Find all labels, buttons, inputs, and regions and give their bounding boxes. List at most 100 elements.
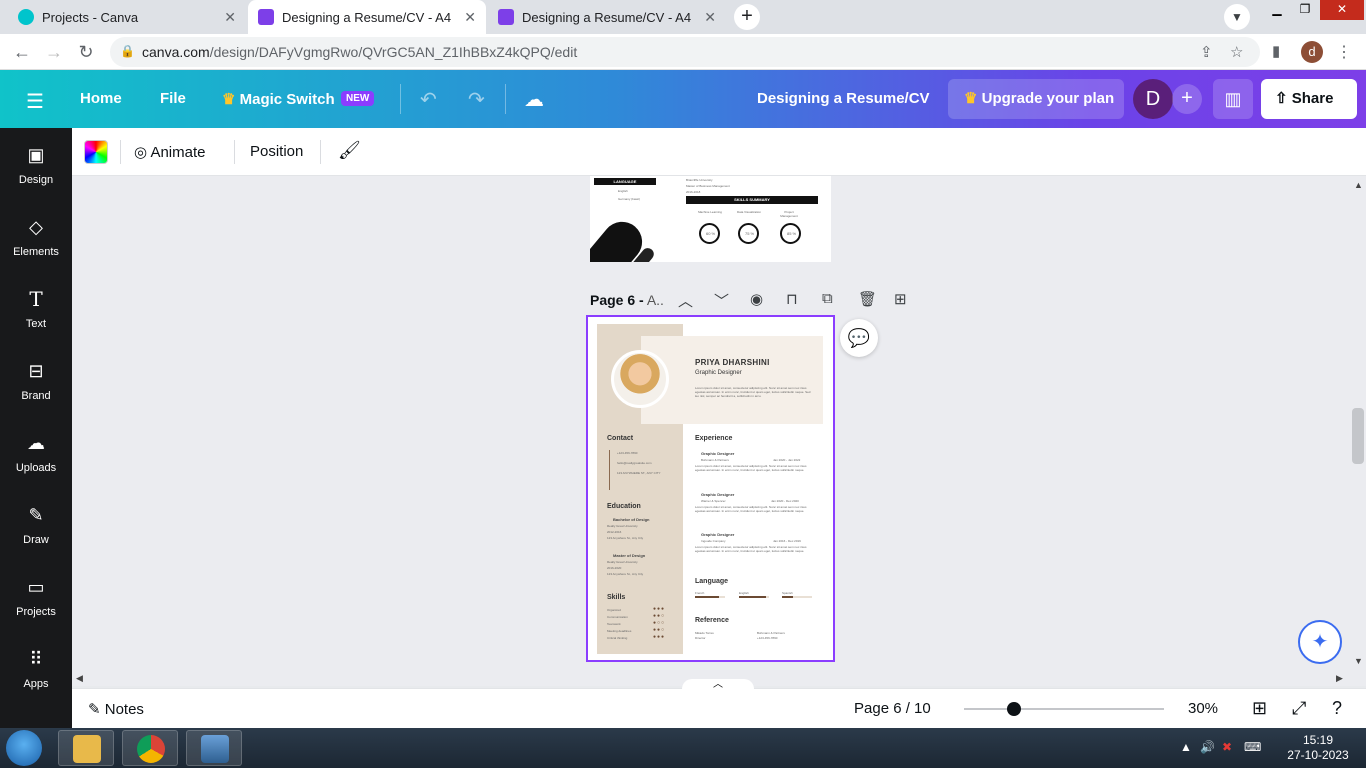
fullscreen-icon[interactable]: ⤢ — [1292, 698, 1306, 719]
user-avatar[interactable]: D — [1133, 79, 1173, 119]
sidebar-item-brand[interactable]: ⊟ Brand — [0, 344, 72, 414]
sidebar-item-projects[interactable]: ▭ Projects — [0, 560, 72, 630]
edu-title[interactable]: Master of Design — [613, 553, 645, 558]
maximize-icon[interactable]: ❐ — [1290, 0, 1320, 20]
volume-icon[interactable]: 🔊 — [1200, 740, 1215, 754]
network-error-icon[interactable]: ✖ — [1222, 740, 1232, 754]
insights-chart-icon[interactable]: ▥ — [1213, 79, 1253, 119]
add-comment-icon[interactable]: 💬 — [840, 319, 878, 357]
share-button[interactable]: ⇧ Share — [1261, 79, 1357, 119]
zoom-slider-handle[interactable] — [1007, 702, 1021, 716]
tab-resume-2[interactable]: Designing a Resume/CV - A4 ✕ — [488, 0, 726, 34]
sidebar-item-text[interactable]: T Text — [0, 272, 72, 342]
lock-page-icon[interactable]: ⊓ — [786, 290, 798, 308]
contact-heading[interactable]: Contact — [607, 435, 633, 442]
zoom-level[interactable]: 30% — [1188, 700, 1218, 717]
cloud-saved-icon[interactable]: ☁ — [524, 87, 544, 112]
invite-plus-button[interactable]: + — [1172, 84, 1202, 114]
resume-intro[interactable]: Lorem ipsum dolor sit amet, consectetur … — [695, 386, 813, 398]
windows-start-icon[interactable] — [6, 730, 42, 766]
animate-button[interactable]: ◎ Animate — [134, 143, 205, 161]
sidebar-item-apps[interactable]: ⠿ Apps — [0, 632, 72, 702]
system-clock[interactable]: 15:19 27-10-2023 — [1278, 733, 1358, 763]
add-page-icon[interactable]: ⊞ — [894, 290, 907, 308]
scroll-up-arrow-icon[interactable]: ▲ — [1354, 180, 1363, 190]
sidebar-item-uploads[interactable]: ☁ Uploads — [0, 416, 72, 486]
expand-pages-chevron-icon[interactable]: ︿ — [682, 679, 754, 691]
back-arrow-icon[interactable]: ← — [10, 40, 34, 64]
job-title[interactable]: Graphic Designer — [701, 532, 734, 537]
share-page-icon[interactable]: ⇪ — [1200, 43, 1213, 61]
sidebar-item-draw[interactable]: ✎ Draw — [0, 488, 72, 558]
contact-phone[interactable]: +123-456-7890 — [617, 451, 637, 455]
sidebar-item-elements[interactable]: ◇ Elements — [0, 200, 72, 270]
taskbar-photos[interactable] — [186, 730, 242, 766]
page-6-selected[interactable]: PRIYA DHARSHINI Graphic Designer Lorem i… — [586, 315, 835, 662]
magic-switch-button[interactable]: ♛ Magic Switch — [222, 90, 335, 108]
close-tab-icon[interactable]: ✕ — [224, 9, 236, 26]
education-heading[interactable]: Education — [607, 503, 641, 510]
taskbar-file-explorer[interactable] — [58, 730, 114, 766]
chevron-up-icon[interactable]: ︿ — [678, 290, 693, 311]
job-title[interactable]: Graphic Designer — [701, 451, 734, 456]
chevron-down-icon[interactable]: ﹀ — [714, 290, 729, 311]
upgrade-plan-button[interactable]: ♛ Upgrade your plan — [948, 79, 1124, 119]
skill-dots: ●○○ — [653, 620, 666, 626]
close-tab-icon[interactable]: ✕ — [464, 9, 476, 26]
delete-page-icon[interactable]: 🗑 — [858, 290, 877, 308]
help-icon[interactable]: ? — [1332, 698, 1342, 719]
bookmark-star-icon[interactable]: ☆ — [1230, 43, 1243, 61]
taskbar-chrome[interactable] — [122, 730, 178, 766]
language-heading[interactable]: Language — [695, 578, 728, 585]
tab-search-chevron-icon[interactable]: ▼ — [1224, 4, 1250, 30]
profile-photo[interactable] — [611, 350, 669, 408]
hide-page-eye-icon[interactable]: ◉ — [750, 290, 763, 308]
document-title[interactable]: Designing a Resume/CV — [757, 90, 930, 107]
forward-arrow-icon[interactable]: → — [42, 40, 66, 64]
contact-email[interactable]: hello@reallygreatsite.com — [617, 461, 652, 465]
undo-icon[interactable]: ↶ — [420, 87, 437, 112]
tray-expand-icon[interactable]: ▲ — [1180, 740, 1192, 754]
contact-address[interactable]: 123 ANYWHERE ST., ANY CITY — [617, 471, 660, 475]
skills-heading[interactable]: Skills — [607, 594, 625, 601]
chrome-menu-icon[interactable]: ⋮ — [1336, 42, 1352, 62]
resume-name[interactable]: PRIYA DHARSHINI — [695, 358, 770, 367]
grid-view-icon[interactable]: ⊞ — [1252, 698, 1267, 719]
window-close-icon[interactable]: ✕ — [1320, 0, 1364, 20]
redo-icon[interactable]: ↷ — [468, 87, 485, 112]
tab-resume-active[interactable]: Designing a Resume/CV - A4 ✕ — [248, 0, 486, 34]
minimize-icon[interactable]: ▁ — [1262, 0, 1292, 20]
language-icon[interactable]: ⌨ — [1244, 740, 1261, 754]
profile-avatar[interactable]: d — [1301, 41, 1323, 63]
side-panel-icon[interactable]: ▮ — [1272, 42, 1280, 60]
page-title[interactable]: Page 6 - A.. — [590, 292, 664, 308]
scroll-down-arrow-icon[interactable]: ▼ — [1354, 656, 1363, 666]
duplicate-page-icon[interactable]: ⧉ — [822, 290, 833, 307]
color-swatch-button[interactable] — [84, 140, 108, 164]
tab-projects[interactable]: Projects - Canva ✕ — [8, 0, 246, 34]
notes-button[interactable]: ✎ Notes — [88, 700, 144, 718]
edu-title[interactable]: Bachelor of Design — [613, 517, 649, 522]
scroll-right-arrow-icon[interactable]: ▶ — [1336, 673, 1343, 684]
resume-role[interactable]: Graphic Designer — [695, 370, 742, 376]
previous-page-thumbnail[interactable]: LANGUAGE English Germany (basic) Briarcl… — [590, 176, 831, 262]
file-menu-button[interactable]: File — [160, 90, 186, 107]
copy-style-paint-roller-icon[interactable]: 🖌 — [338, 140, 361, 161]
reload-icon[interactable]: ↻ — [74, 40, 98, 64]
hamburger-menu-icon[interactable]: ☰ — [26, 89, 44, 114]
editor-canvas[interactable]: LANGUAGE English Germany (basic) Briarcl… — [72, 176, 1366, 686]
scroll-left-arrow-icon[interactable]: ◀ — [76, 673, 83, 684]
sidebar-item-design[interactable]: ▣ Design — [0, 128, 72, 198]
address-bar[interactable]: 🔒 canva.com/design/DAFyVgmgRwo/QVrGC5AN_… — [110, 37, 1260, 67]
reference-heading[interactable]: Reference — [695, 617, 729, 624]
close-tab-icon[interactable]: ✕ — [704, 9, 716, 26]
zoom-slider[interactable] — [964, 702, 1164, 716]
position-button[interactable]: Position — [250, 143, 303, 160]
home-button[interactable]: Home — [80, 90, 122, 107]
new-tab-button[interactable]: + — [734, 4, 760, 30]
experience-heading[interactable]: Experience — [695, 435, 732, 442]
vertical-scrollbar[interactable] — [1352, 408, 1364, 464]
page-counter[interactable]: Page 6 / 10 — [854, 700, 931, 717]
magic-sparkle-icon[interactable]: ✦ — [1298, 620, 1342, 664]
job-title[interactable]: Graphic Designer — [701, 492, 734, 497]
